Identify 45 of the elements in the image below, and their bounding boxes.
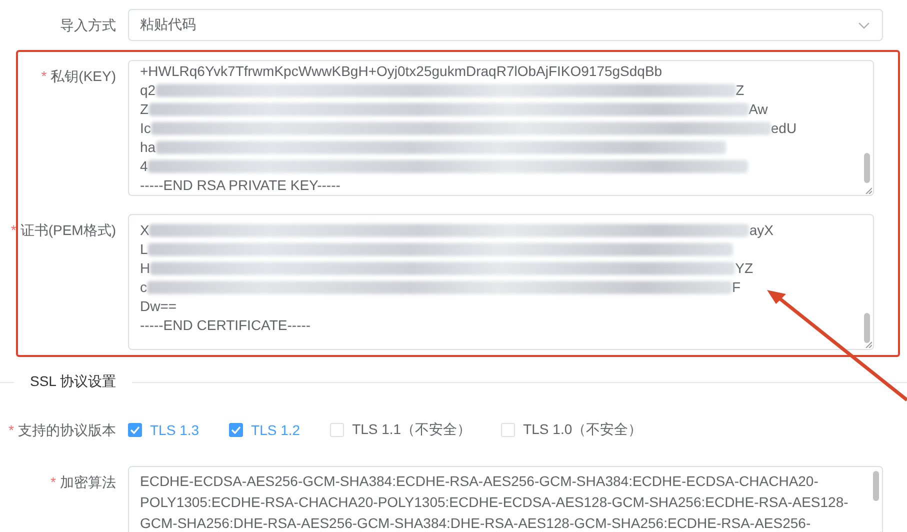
- cipher-text: ECDHE-ECDSA-AES256-GCM-SHA384:ECDHE-RSA-AES256-GCM-SHA384:ECDHE-ECDSA-CHACHA20-POLY1305:ECDHE-RSA-CHACHA20-POLY1305:ECDHE-ECDSA-AES128-GCM-SHA256:ECDHE-RSA-AES128-GCM-SHA256:DHE-RSA-AES256-GCM-SHA384:DHE-RSA-AES128-GCM-SHA256:ECDHE-RSA-AES256-: [140, 473, 848, 531]
- field-label: 支持的协议版本: [18, 422, 116, 438]
- code-text: L: [140, 240, 148, 259]
- code-text: X: [140, 221, 150, 240]
- checkbox[interactable]: [128, 423, 142, 437]
- code-line: -----END CERTIFICATE-----: [140, 316, 311, 335]
- code-text: F: [732, 278, 741, 297]
- required-mark: *: [8, 422, 14, 438]
- cipher-field[interactable]: [128, 466, 883, 532]
- code-text: ayX: [749, 221, 774, 240]
- required-mark: *: [41, 68, 47, 84]
- code-text: Aw: [748, 100, 768, 119]
- certificate-field[interactable]: X ayX L H YZ c F Dw== -----END CERTIFICATE-----: [128, 214, 874, 350]
- chevron-down-icon: [858, 22, 870, 28]
- select-value: 粘贴代码: [140, 16, 196, 34]
- import-method-select[interactable]: 粘贴代码: [128, 9, 883, 41]
- required-mark: *: [50, 474, 56, 490]
- code-text: edU: [770, 119, 797, 138]
- code-text: Z: [736, 81, 744, 100]
- code-line: -----END RSA PRIVATE KEY-----: [140, 176, 340, 195]
- code-text: c: [140, 278, 147, 297]
- field-label: 导入方式: [60, 17, 116, 33]
- required-mark: *: [10, 222, 16, 238]
- code-text: q2: [140, 81, 156, 100]
- code-line: Dw==: [140, 297, 177, 316]
- scrollbar-thumb[interactable]: [873, 471, 879, 501]
- private-key-field[interactable]: +HWLRq6Yvk7TfrwmKpcWwwKBgH+Oyj0tx25gukmDraqR7lObAjFIKO9175gSdqBb q2 Z Z Aw Ic edU ha 4 -----END RSA PRIVATE KEY-----: [128, 60, 874, 196]
- resize-grip-icon[interactable]: [865, 341, 872, 348]
- scrollbar-thumb[interactable]: [864, 153, 870, 183]
- checkbox[interactable]: [229, 423, 244, 437]
- code-text: YZ: [735, 259, 754, 278]
- code-text: H: [140, 259, 150, 278]
- code-line: +HWLRq6Yvk7TfrwmKpcWwwKBgH+Oyj0tx25gukmDraqR7lObAjFIKO9175gSdqBb: [140, 62, 662, 81]
- scrollbar-thumb[interactable]: [864, 313, 870, 343]
- field-label: 加密算法: [60, 474, 116, 490]
- code-text: 4: [140, 157, 148, 176]
- field-label: 证书(PEM格式): [20, 222, 116, 238]
- section-title: SSL 协议设置: [29, 373, 117, 391]
- code-text: Z: [140, 100, 149, 119]
- field-label: 私钥(KEY): [50, 68, 116, 84]
- code-text: ha: [140, 138, 156, 157]
- checkbox-label[interactable]: TLS 1.1（不安全）: [352, 421, 472, 439]
- checkbox-label[interactable]: TLS 1.0（不安全）: [523, 421, 642, 439]
- code-text: Ic: [140, 119, 151, 138]
- resize-grip-icon[interactable]: [865, 187, 872, 194]
